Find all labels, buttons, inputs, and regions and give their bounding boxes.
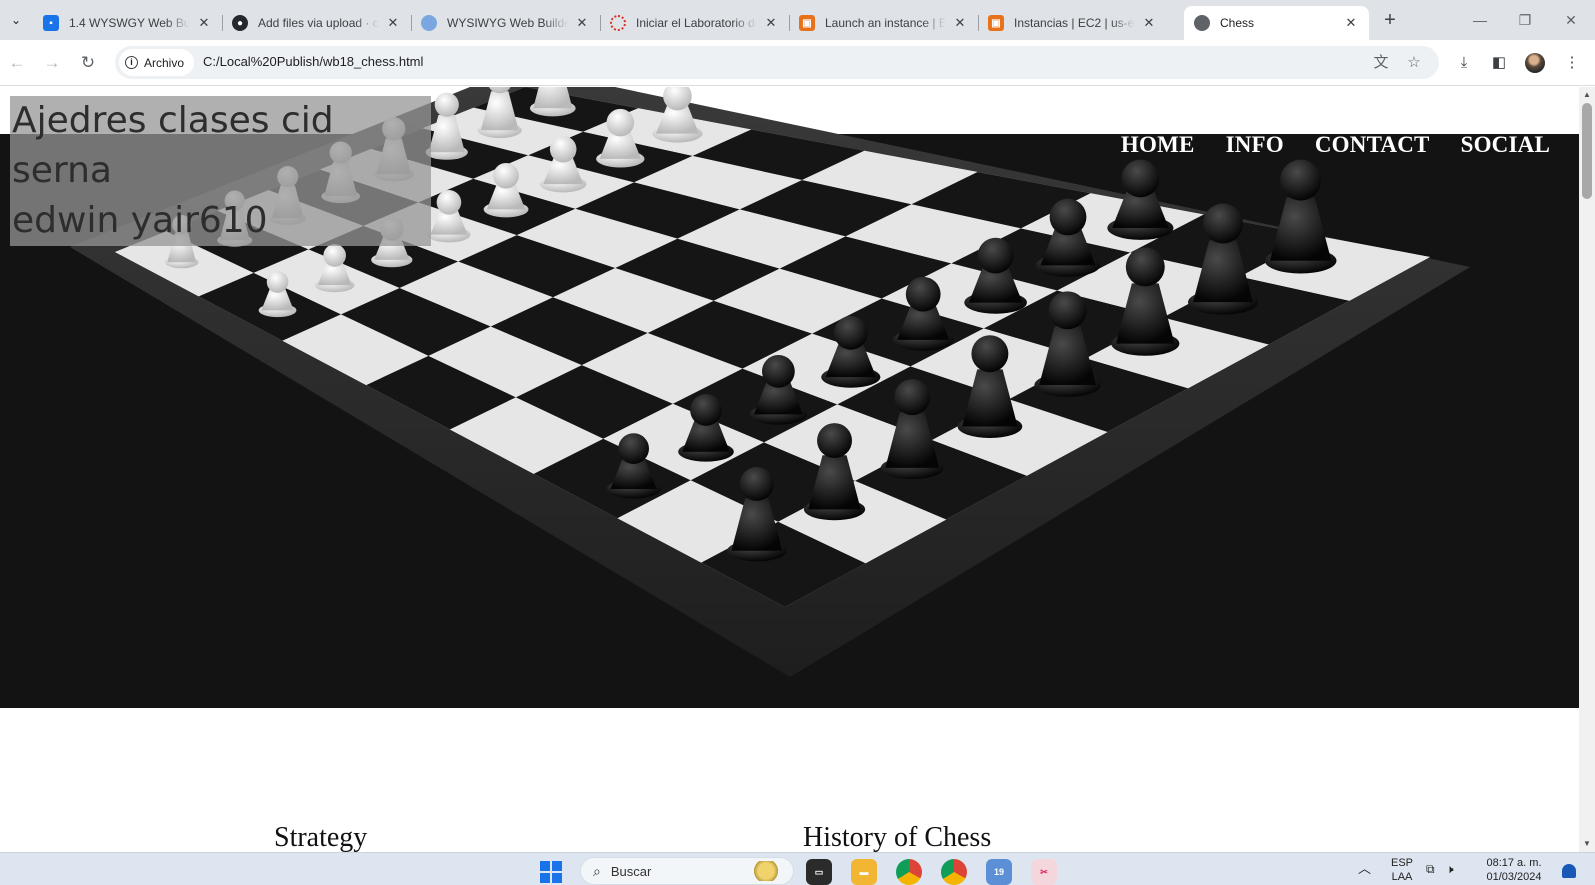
- tab-launch-instance[interactable]: ▣ Launch an instance | EC2 ✕: [789, 6, 979, 40]
- url-text[interactable]: C:/Local%20Publish/wb18_chess.html: [203, 54, 423, 69]
- keyboard-layout: LAA: [1391, 871, 1413, 883]
- hero-banner: Ajedres clases cid serna edwin yair610 H…: [0, 87, 1579, 708]
- aws-icon: ▣: [988, 15, 1004, 31]
- network-icon[interactable]: ⧉: [1426, 862, 1435, 876]
- tab-title: Iniciar el Laboratorio de: [636, 16, 757, 30]
- tab-title: Instancias | EC2 | us-east: [1014, 16, 1135, 30]
- main-nav: HOME INFO CONTACT SOCIAL: [1121, 132, 1550, 158]
- github-icon: ●: [232, 15, 248, 31]
- clock-date: 01/03/2024: [1486, 871, 1542, 883]
- clock-time: 08:17 a. m.: [1486, 857, 1542, 869]
- new-tab-button[interactable]: +: [1378, 9, 1402, 33]
- site-title-line-1: Ajedres clases cid serna: [12, 100, 334, 191]
- nav-social-link[interactable]: SOCIAL: [1461, 132, 1550, 158]
- back-arrow-icon[interactable]: ←: [5, 51, 29, 75]
- menu-kebab-icon[interactable]: ⋮: [1561, 52, 1583, 74]
- close-icon[interactable]: ✕: [1141, 15, 1157, 31]
- globe-icon: [421, 15, 437, 31]
- scroll-up-arrow-icon[interactable]: ▲: [1579, 88, 1595, 102]
- bookmark-star-icon[interactable]: ☆: [1404, 53, 1424, 73]
- reload-icon[interactable]: ↻: [76, 51, 100, 75]
- clock[interactable]: 08:17 a. m. 01/03/2024: [1478, 856, 1550, 884]
- task-view-icon[interactable]: ▭: [806, 859, 832, 885]
- address-bar[interactable]: i Archivo C:/Local%20Publish/wb18_chess.…: [115, 46, 1439, 79]
- chrome-profile-icon[interactable]: [941, 859, 967, 885]
- close-icon[interactable]: ✕: [952, 15, 968, 31]
- search-highlight-icon: [749, 861, 783, 881]
- restore-icon[interactable]: ❐: [1510, 8, 1540, 32]
- globe-icon: [1194, 15, 1210, 31]
- profile-avatar[interactable]: [1525, 53, 1545, 73]
- tab-title: Launch an instance | EC2: [825, 16, 946, 30]
- language-code: ESP: [1390, 857, 1413, 869]
- tab-ec2-instances[interactable]: ▣ Instancias | EC2 | us-east ✕: [978, 6, 1167, 40]
- site-info-chip[interactable]: i Archivo: [119, 49, 195, 76]
- site-title: Ajedres clases cid serna edwin yair610: [10, 96, 431, 246]
- aws-icon: ▣: [799, 15, 815, 31]
- search-icon: ⌕: [593, 862, 601, 879]
- person-badge-icon: ▪: [43, 15, 59, 31]
- volume-muted-icon[interactable]: 🕨: [1446, 862, 1454, 876]
- language-indicator[interactable]: ESP LAA: [1387, 856, 1417, 884]
- section-heading-strategy: Strategy: [274, 822, 368, 852]
- side-panel-icon[interactable]: ◧: [1488, 52, 1510, 74]
- page-scrollbar[interactable]: ▲ ▼: [1579, 87, 1595, 852]
- file-explorer-icon[interactable]: ▬: [851, 859, 877, 885]
- close-icon[interactable]: ✕: [1343, 15, 1359, 31]
- chrome-icon[interactable]: [896, 859, 922, 885]
- close-icon[interactable]: ✕: [385, 15, 401, 31]
- scroll-down-arrow-icon[interactable]: ▼: [1579, 837, 1595, 851]
- tab-strip: ⌄ ▪ 1.4 WYSWGY Web Builder ✕ ● Add files…: [0, 0, 1595, 40]
- minimize-icon[interactable]: —: [1465, 8, 1495, 32]
- nav-contact-link[interactable]: CONTACT: [1315, 132, 1430, 158]
- close-icon[interactable]: ✕: [196, 15, 212, 31]
- black-piece: [1264, 159, 1337, 274]
- info-icon: i: [125, 56, 138, 69]
- tab-wysiwyg-builder[interactable]: WYSIWYG Web Builder ✕: [411, 6, 601, 40]
- tab-wysiwyg-course[interactable]: ▪ 1.4 WYSWGY Web Builder ✕: [33, 6, 223, 40]
- nav-info-link[interactable]: INFO: [1226, 132, 1284, 158]
- page-viewport: Ajedres clases cid serna edwin yair610 H…: [0, 87, 1579, 852]
- tab-title: Add files via upload · cid: [258, 16, 379, 30]
- tab-lab-start[interactable]: Iniciar el Laboratorio de ✕: [600, 6, 790, 40]
- tray-chevron-up-icon[interactable]: ︿: [1358, 862, 1371, 876]
- spinner-icon: [610, 15, 626, 31]
- site-info-label: Archivo: [144, 55, 185, 70]
- scroll-thumb[interactable]: [1582, 103, 1592, 199]
- close-icon[interactable]: ✕: [763, 15, 779, 31]
- wysiwyg-builder-icon[interactable]: 19: [986, 859, 1012, 885]
- tab-title: 1.4 WYSWGY Web Builder: [69, 16, 190, 30]
- tab-title: Chess: [1220, 16, 1255, 30]
- tab-title: WYSIWYG Web Builder: [447, 16, 568, 30]
- windows-taskbar: ⌕ Buscar ▭ ▬ 19 ✂ ︿ ESP LAA ⧉ 🕨 08:17 a.…: [0, 852, 1595, 885]
- windows-start-icon[interactable]: [540, 861, 562, 883]
- translate-icon[interactable]: 文: [1371, 53, 1391, 73]
- forward-arrow-icon[interactable]: →: [40, 51, 64, 75]
- taskbar-search-placeholder: Buscar: [610, 863, 652, 879]
- section-heading-history: History of Chess: [803, 822, 992, 852]
- tab-github-upload[interactable]: ● Add files via upload · cid ✕: [222, 6, 412, 40]
- tab-search-chevron-icon[interactable]: ⌄: [4, 8, 28, 32]
- download-icon[interactable]: ⤓: [1453, 52, 1475, 74]
- window-close-icon[interactable]: ✕: [1556, 8, 1586, 32]
- site-title-line-2: edwin yair610: [12, 200, 268, 241]
- taskbar-search-box[interactable]: ⌕ Buscar: [580, 857, 794, 885]
- nav-home-link[interactable]: HOME: [1121, 132, 1195, 158]
- tab-chess[interactable]: Chess ✕: [1184, 6, 1369, 40]
- notification-bell-icon[interactable]: [1562, 864, 1576, 878]
- browser-toolbar: ← → ↻ i Archivo C:/Local%20Publish/wb18_…: [0, 40, 1595, 86]
- snipping-tool-icon[interactable]: ✂: [1031, 859, 1057, 885]
- close-icon[interactable]: ✕: [574, 15, 590, 31]
